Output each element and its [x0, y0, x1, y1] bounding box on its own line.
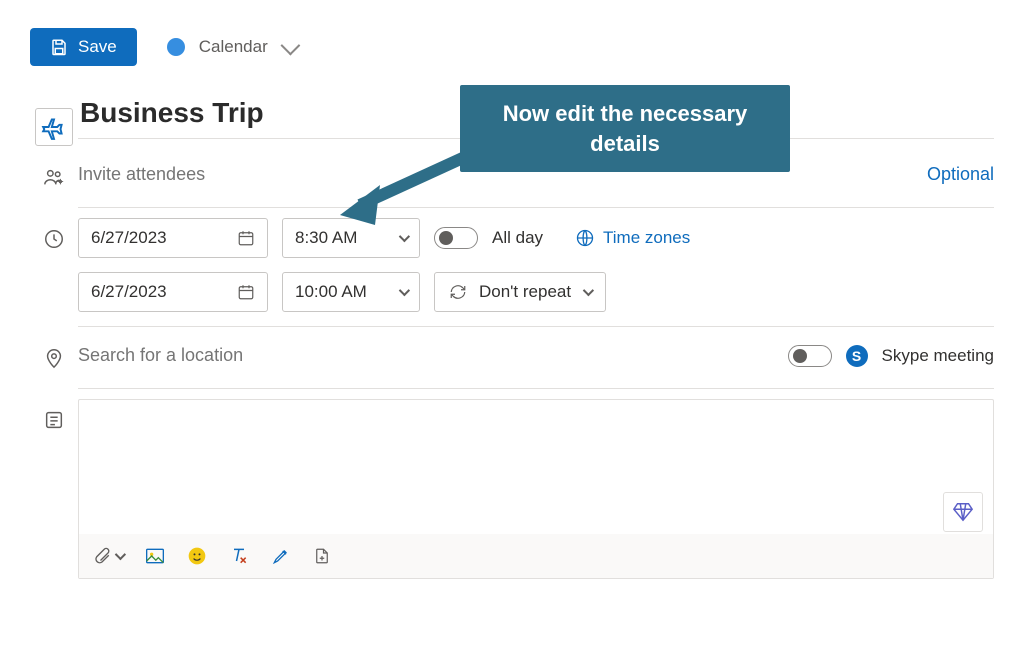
end-time-input[interactable]: 10:00 AM [282, 272, 420, 312]
airplane-icon [41, 114, 67, 140]
insert-image-button[interactable] [145, 547, 165, 565]
annotation-text: Now edit the necessary details [503, 101, 748, 156]
clear-format-icon [229, 546, 249, 566]
skype-meeting-toggle[interactable] [788, 345, 832, 367]
calendar-icon [237, 229, 255, 247]
people-icon [43, 166, 65, 188]
highlighter-icon [271, 546, 291, 566]
paperclip-icon [93, 547, 111, 565]
all-day-label: All day [492, 228, 543, 248]
globe-icon [575, 228, 595, 248]
location-icon [43, 347, 65, 369]
highlight-button[interactable] [271, 546, 291, 566]
clear-formatting-button[interactable] [229, 546, 249, 566]
repeat-icon [449, 283, 467, 301]
calendar-color-dot [167, 38, 185, 56]
time-row: 6/27/2023 8:30 AM All day Time zones [30, 218, 994, 327]
end-date-input[interactable]: 6/27/2023 [78, 272, 268, 312]
chevron-down-icon [399, 231, 410, 242]
calendar-picker-label: Calendar [199, 37, 268, 57]
image-icon [145, 547, 165, 565]
start-date-input[interactable]: 6/27/2023 [78, 218, 268, 258]
time-zones-label: Time zones [603, 228, 690, 248]
location-input[interactable] [78, 337, 628, 374]
event-icon-picker[interactable] [35, 108, 73, 146]
description-icon [43, 409, 65, 431]
clock-icon [43, 228, 65, 250]
description-editor[interactable] [78, 399, 994, 579]
chevron-down-icon [583, 285, 594, 296]
premium-diamond-button[interactable] [943, 492, 983, 532]
end-time-value: 10:00 AM [295, 282, 367, 302]
repeat-label: Don't repeat [479, 282, 571, 302]
chevron-down-icon [280, 36, 300, 56]
toolbar: Save Calendar [0, 0, 1024, 84]
time-zones-button[interactable]: Time zones [575, 228, 690, 248]
emoji-button[interactable] [187, 546, 207, 566]
insert-file-button[interactable] [313, 546, 331, 566]
start-date-value: 6/27/2023 [91, 228, 167, 248]
diamond-icon [952, 501, 974, 523]
start-time-value: 8:30 AM [295, 228, 357, 248]
calendar-picker[interactable]: Calendar [167, 37, 296, 57]
calendar-icon [237, 283, 255, 301]
chevron-down-icon [399, 285, 410, 296]
skype-icon: S [846, 345, 868, 367]
emoji-icon [187, 546, 207, 566]
save-button[interactable]: Save [30, 28, 137, 66]
annotation-callout: Now edit the necessary details [460, 85, 790, 172]
optional-attendees-button[interactable]: Optional [927, 164, 994, 185]
repeat-picker[interactable]: Don't repeat [434, 272, 606, 312]
location-row: S Skype meeting [30, 337, 994, 389]
skype-meeting-label: Skype meeting [882, 346, 994, 366]
all-day-toggle[interactable] [434, 227, 478, 249]
end-date-value: 6/27/2023 [91, 282, 167, 302]
attach-button[interactable] [93, 547, 123, 565]
editor-toolbar [79, 534, 993, 578]
chevron-down-icon [115, 549, 126, 560]
save-icon [50, 38, 68, 56]
file-plus-icon [313, 546, 331, 566]
description-row [30, 399, 994, 579]
save-button-label: Save [78, 37, 117, 57]
